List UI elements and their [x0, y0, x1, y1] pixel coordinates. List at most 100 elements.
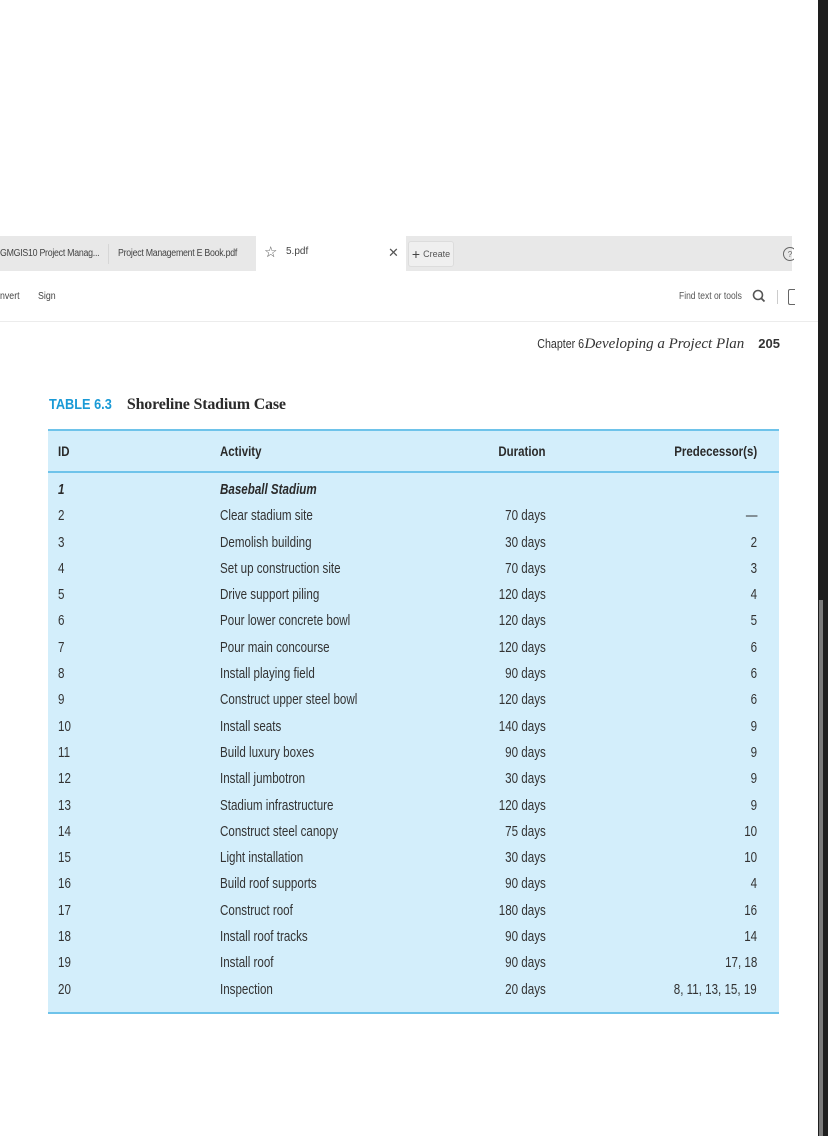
find-text-input[interactable]: Find text or tools [679, 291, 742, 302]
table-row: 14 Construct steel canopy 75 days 10 [48, 821, 779, 847]
table-row: 6 Pour lower concrete bowl 120 days 5 [48, 610, 779, 636]
cell-predecessors: 2 [750, 534, 757, 551]
cell-activity: Baseball Stadium [220, 482, 317, 498]
tab-5-pdf[interactable]: ☆ 5.pdf ✕ [256, 236, 406, 271]
tab-project-management-ebook[interactable]: Project Management E Book.pdf [118, 236, 237, 271]
search-icon[interactable] [752, 289, 766, 303]
tab-label: 5.pdf [286, 246, 309, 257]
table-row: 8 Install playing field 90 days 6 [48, 663, 779, 689]
star-icon[interactable]: ☆ [264, 244, 277, 262]
cell-duration: 120 days [498, 613, 546, 630]
table-row-summary: 1 Baseball Stadium [48, 479, 779, 505]
toolbar: nvert Sign Find text or tools [0, 271, 818, 322]
cell-predecessors: 16 [744, 902, 757, 919]
cell-id: 12 [58, 771, 71, 788]
cell-id: 6 [58, 613, 65, 630]
chapter-title: Developing a Project Plan [584, 336, 745, 352]
cell-id: 19 [58, 955, 71, 972]
help-icon[interactable]: ? [783, 247, 794, 261]
cell-duration: 70 days [505, 508, 546, 525]
cell-activity: Install roof tracks [220, 929, 308, 946]
cell-predecessors: 9 [750, 718, 757, 735]
cell-id: 13 [58, 797, 71, 814]
convert-menu[interactable]: nvert [0, 291, 20, 302]
cell-id: 4 [58, 560, 65, 577]
vertical-scrollbar[interactable] [819, 600, 823, 1136]
cell-predecessors: 6 [750, 692, 757, 709]
cell-id: 9 [58, 692, 65, 709]
table-row: 12 Install jumbotron 30 days 9 [48, 768, 779, 794]
cell-id: 11 [58, 744, 71, 761]
cell-duration: 90 days [505, 929, 546, 946]
cell-duration: 120 days [498, 639, 546, 656]
table-row: 18 Install roof tracks 90 days 14 [48, 926, 779, 952]
cell-predecessors: 9 [750, 771, 757, 788]
cell-duration: 20 days [505, 981, 546, 998]
side-panel-icon[interactable] [788, 289, 795, 305]
table-row: 5 Drive support piling 120 days 4 [48, 584, 779, 610]
cell-activity: Construct steel canopy [220, 823, 338, 840]
cell-id: 8 [58, 666, 65, 683]
table-row: 2 Clear stadium site 70 days — [48, 505, 779, 531]
cell-activity: Inspection [220, 981, 273, 998]
running-head: Chapter 6 Developing a Project Plan 205 [527, 336, 780, 353]
cell-activity: Pour main concourse [220, 639, 330, 656]
sign-menu[interactable]: Sign [38, 291, 56, 302]
table-row: 11 Build luxury boxes 90 days 9 [48, 742, 779, 768]
cell-activity: Install roof [220, 955, 274, 972]
cell-activity: Install jumbotron [220, 771, 306, 788]
cell-predecessors: 9 [750, 744, 757, 761]
cell-duration: 70 days [505, 560, 546, 577]
column-header-id: ID [58, 443, 70, 459]
table-row: 20 Inspection 20 days 8, 11, 13, 15, 19 [48, 979, 779, 1005]
page-number: 205 [758, 336, 780, 351]
table-caption: TABLE 6.3 Shoreline Stadium Case [49, 396, 286, 414]
cell-predecessors: 10 [744, 850, 757, 867]
cell-id: 15 [58, 850, 71, 867]
cell-predecessors: 5 [750, 613, 757, 630]
tab-divider [108, 244, 109, 264]
tab-label: Project Management E Book.pdf [118, 248, 238, 259]
tab-gmgis10[interactable]: GMGIS10 Project Manag... [0, 236, 100, 271]
cell-activity: Build luxury boxes [220, 744, 315, 761]
cell-id: 1 [58, 482, 65, 498]
tab-bar: GMGIS10 Project Manag... Project Managem… [0, 236, 792, 271]
toolbar-divider [777, 290, 778, 304]
cell-duration: 90 days [505, 744, 546, 761]
cell-predecessors: 10 [744, 823, 757, 840]
table-row: 13 Stadium infrastructure 120 days 9 [48, 795, 779, 821]
cell-activity: Light installation [220, 850, 304, 867]
cell-duration: 30 days [505, 850, 546, 867]
table-row: 4 Set up construction site 70 days 3 [48, 558, 779, 584]
cell-activity: Construct upper steel bowl [220, 692, 358, 709]
cell-id: 16 [58, 876, 71, 893]
column-header-duration: Duration [498, 443, 546, 459]
plus-icon: + [411, 246, 421, 262]
close-icon[interactable]: ✕ [388, 245, 399, 261]
cell-duration: 30 days [505, 534, 546, 551]
cell-id: 17 [58, 902, 71, 919]
cell-id: 5 [58, 587, 65, 604]
cell-predecessors: 9 [750, 797, 757, 814]
cell-duration: 120 days [498, 587, 546, 604]
table-row: 17 Construct roof 180 days 16 [48, 900, 779, 926]
cell-id: 2 [58, 508, 65, 525]
cell-predecessors: 4 [750, 876, 757, 893]
cell-predecessors: 3 [750, 560, 757, 577]
table-row: 10 Install seats 140 days 9 [48, 716, 779, 742]
cell-duration: 75 days [505, 823, 546, 840]
cell-predecessors: 14 [744, 929, 757, 946]
table-row: 15 Light installation 30 days 10 [48, 847, 779, 873]
cell-id: 18 [58, 929, 71, 946]
create-button[interactable]: + Create [408, 241, 454, 267]
cell-predecessors: — [745, 508, 757, 525]
cell-predecessors: 4 [750, 587, 757, 604]
cell-duration: 120 days [498, 797, 546, 814]
cell-activity: Stadium infrastructure [220, 797, 334, 814]
table-row: 19 Install roof 90 days 17, 18 [48, 952, 779, 978]
cell-duration: 90 days [505, 876, 546, 893]
cell-duration: 30 days [505, 771, 546, 788]
cell-duration: 140 days [498, 718, 546, 735]
cell-activity: Drive support piling [220, 587, 320, 604]
cell-id: 7 [58, 639, 65, 656]
